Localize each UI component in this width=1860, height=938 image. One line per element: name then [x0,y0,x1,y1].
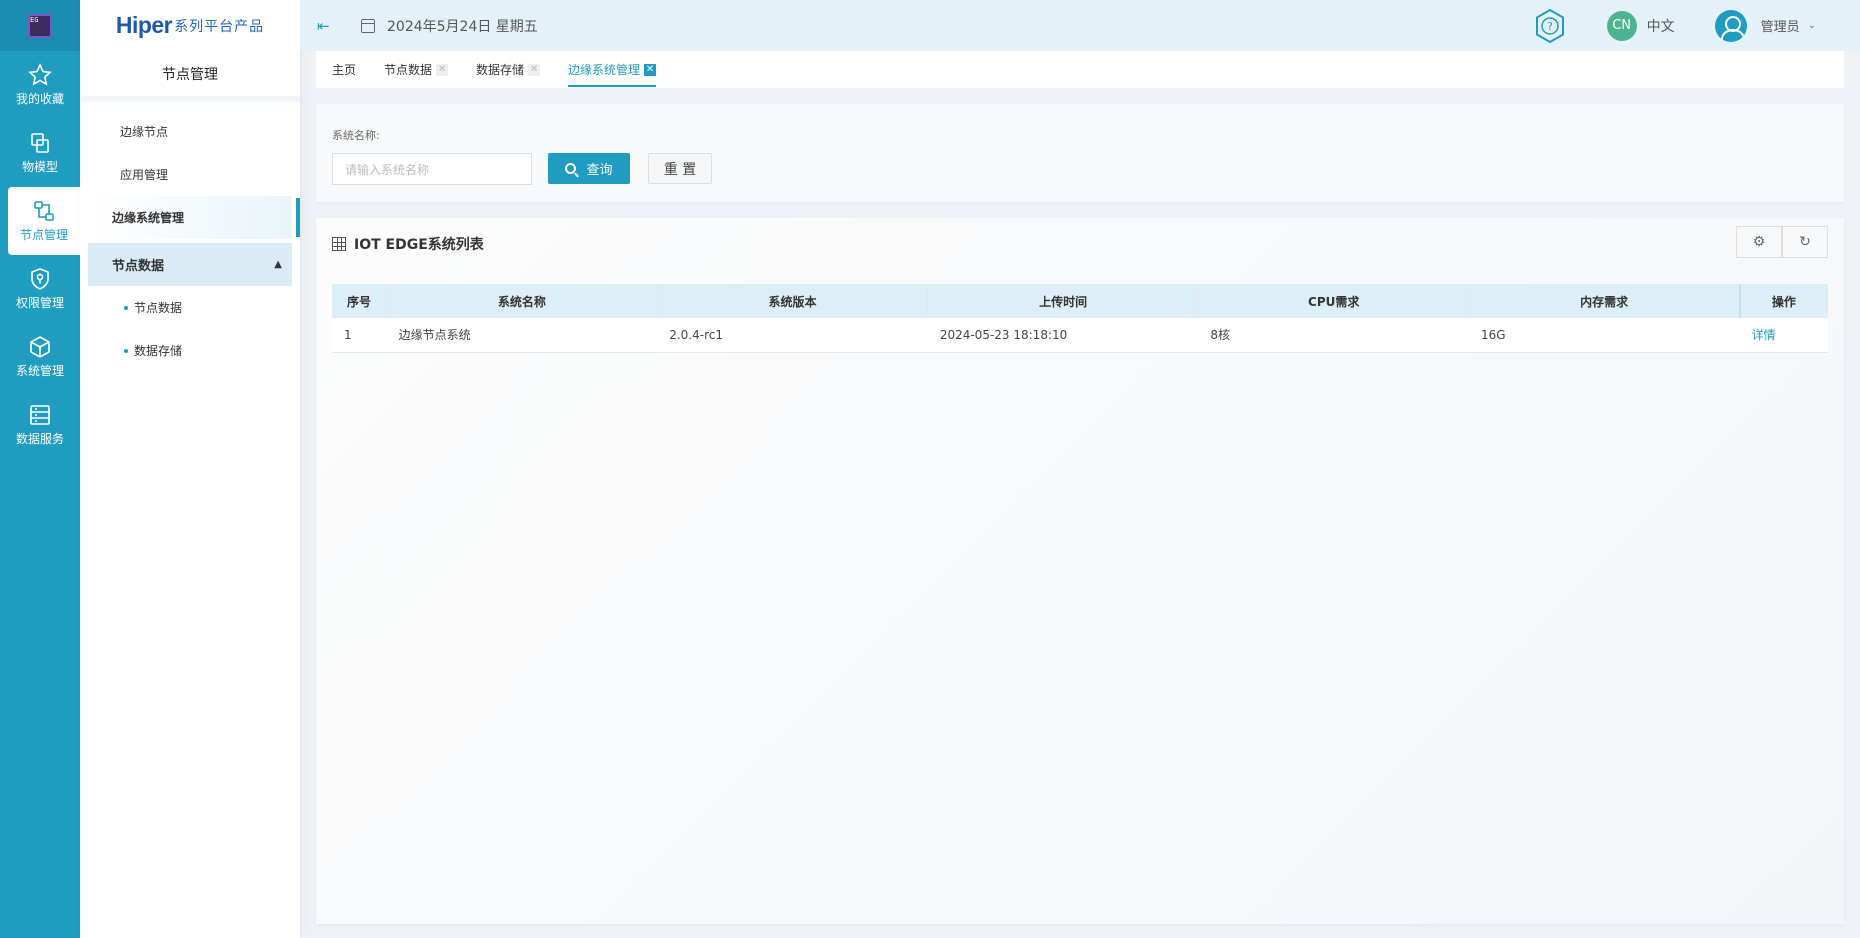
tab-label: 主页 [332,63,357,77]
chevron-down-icon[interactable]: ⌄ [1808,20,1816,31]
tab-edge-system[interactable]: 边缘系统管理 ✕ [568,51,657,88]
table-title: IOT EDGE系统列表 [354,237,484,253]
tab-node-data[interactable]: 节点数据 ✕ [384,51,449,88]
calendar-icon [361,18,375,33]
svg-text:?: ? [1547,20,1553,33]
column-header-version: 系统版本 [657,284,929,318]
sidebar-menu: 边缘节点 应用管理 边缘系统管理 节点数据 ▲ 节点数据 数据存储 [80,102,300,380]
cell-version: 2.0.4-rc1 [657,318,928,353]
edge-system-table: 序号 系统名称 系统版本 上传时间 CPU需求 内存需求 操作 1 边缘节点系统… [332,284,1828,353]
language-label[interactable]: 中文 [1647,16,1675,36]
rail-item-label: 物模型 [21,160,58,174]
brand-name: Hiper [115,12,173,38]
app-logo[interactable]: EG [0,0,80,51]
node-icon [34,201,54,221]
sidebar-item-app-management[interactable]: 应用管理 [88,153,292,196]
sidebar-subitem-data-storage[interactable]: 数据存储 [88,329,292,372]
search-label: 系统名称: [332,129,380,142]
cell-cpu: 8核 [1198,318,1470,353]
sidebar-group-node-data[interactable]: 节点数据 ▲ [88,243,292,286]
rail-item-model[interactable]: 物模型 [0,119,80,187]
table-panel: IOT EDGE系统列表 ⚙ ↻ 序号 系统名称 系统版本 上传时间 CPU需求… [316,218,1844,924]
tab-data-storage[interactable]: 数据存储 ✕ [476,51,541,88]
rail-item-node-management[interactable]: 节点管理 [8,187,80,255]
search-input[interactable]: 请输入系统名称 [332,153,532,185]
query-button[interactable]: 查询 [548,153,630,184]
avatar[interactable] [1714,9,1747,42]
close-icon[interactable]: ✕ [436,63,449,76]
close-icon[interactable]: ✕ [644,63,657,76]
cell-name: 边缘节点系统 [386,318,658,353]
column-header-upload-time: 上传时间 [927,284,1199,318]
tab-label: 数据存储 [476,63,525,77]
current-date: 2024年5月24日 星期五 [387,18,538,35]
left-rail: EG 我的收藏 物模型 节点管理 权限管理 系统管理 数据服务 [0,0,80,938]
rail-item-label: 我的收藏 [15,92,64,106]
sidebar-title: 节点管理 [80,51,300,102]
sidebar-item-edge-node[interactable]: 边缘节点 [88,110,292,153]
brand-tagline: 系列平台产品 [174,17,265,34]
tab-label: 边缘系统管理 [568,63,641,77]
secondary-sidebar: Hiper 系列平台产品 节点管理 边缘节点 应用管理 边缘系统管理 节点数据 ▲ … [80,0,300,938]
sidebar-item-edge-system[interactable]: 边缘系统管理 [88,196,300,239]
logo-icon: EG [28,13,52,38]
refresh-button[interactable]: ↻ [1782,226,1828,258]
chevron-up-icon: ▲ [274,259,282,270]
refresh-icon: ↻ [1799,234,1811,250]
column-header-actions: 操作 [1738,284,1828,318]
rail-item-permission[interactable]: 权限管理 [0,255,80,323]
tab-label: 节点数据 [384,63,433,77]
sidebar-group-label: 节点数据 [112,259,165,274]
menu-collapse-icon[interactable]: ⇤ [317,18,335,33]
cell-index: 1 [332,318,387,353]
cell-memory: 16G [1469,318,1740,353]
model-icon [31,133,49,153]
star-icon [28,63,52,86]
rail-item-label: 系统管理 [15,364,64,378]
search-panel: 系统名称: 请输入系统名称 查询 重 置 [316,104,1844,202]
settings-button[interactable]: ⚙ [1736,226,1782,258]
table-row: 1 边缘节点系统 2.0.4-rc1 2024-05-23 18:18:10 8… [332,318,1828,353]
rail-item-system[interactable]: 系统管理 [0,323,80,391]
table-icon [332,237,346,251]
rail-item-data-service[interactable]: 数据服务 [0,391,80,459]
brand-logo: Hiper 系列平台产品 [80,0,300,51]
gear-icon: ⚙ [1752,234,1766,250]
tab-home[interactable]: 主页 [332,51,356,88]
rail-item-label: 数据服务 [15,432,64,446]
column-header-index: 序号 [332,284,388,318]
user-name[interactable]: 管理员 [1761,16,1800,35]
query-button-label: 查询 [586,163,613,178]
sidebar-subitem-node-data[interactable]: 节点数据 [88,286,292,329]
table-header-row: 序号 系统名称 系统版本 上传时间 CPU需求 内存需求 操作 [332,284,1828,318]
rail-item-favorites[interactable]: 我的收藏 [0,51,80,119]
rail-item-label: 节点管理 [19,228,68,242]
tab-bar: 主页 节点数据 ✕ 数据存储 ✕ 边缘系统管理 ✕ [316,51,1844,88]
column-header-memory: 内存需求 [1469,284,1741,318]
server-icon [30,405,50,425]
language-badge[interactable]: CN [1606,10,1637,41]
column-header-name: 系统名称 [386,284,658,318]
column-header-cpu: CPU需求 [1198,284,1470,318]
detail-link[interactable]: 详情 [1739,318,1828,353]
help-icon[interactable]: ? [1533,8,1567,44]
cube-icon [30,336,50,358]
shield-icon [31,268,49,290]
close-icon[interactable]: ✕ [528,63,541,76]
rail-item-label: 权限管理 [15,296,64,310]
top-bar: ⇤ 2024年5月24日 星期五 ? CN 中文 管理员 ⌄ [300,0,1860,51]
search-icon [565,163,577,174]
cell-upload-time: 2024-05-23 18:18:10 [927,318,1199,353]
reset-button[interactable]: 重 置 [648,153,712,184]
